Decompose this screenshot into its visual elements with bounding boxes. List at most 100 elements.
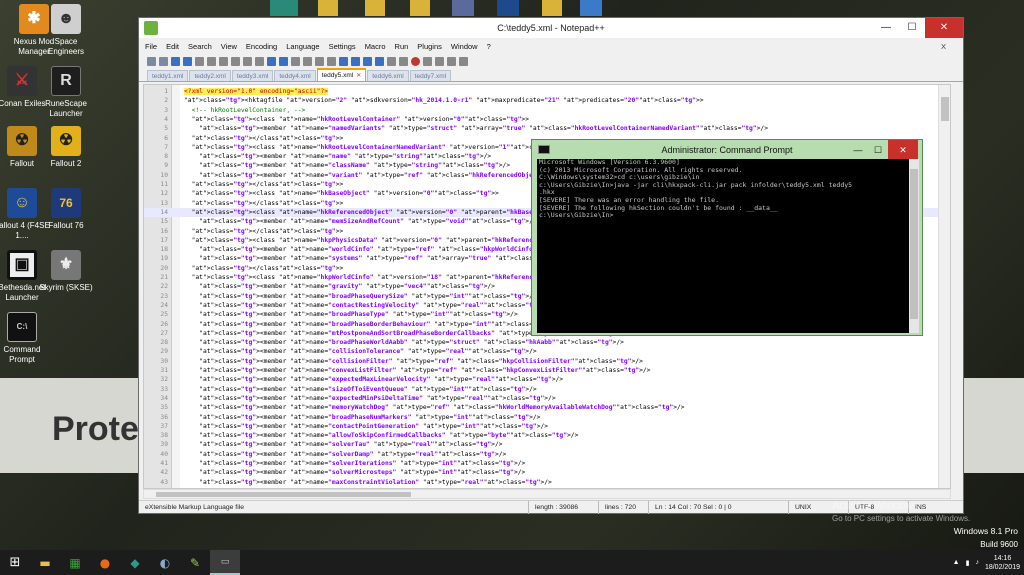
menu-macro[interactable]: Macro xyxy=(365,42,386,51)
desktop-icon-runescape[interactable]: R RuneScape Launcher xyxy=(36,66,96,119)
horizontal-scrollbar[interactable] xyxy=(143,489,951,499)
menu-plugins[interactable]: Plugins xyxy=(417,42,442,51)
maximize-button[interactable]: ☐ xyxy=(899,18,925,38)
code-line[interactable]: 30 "at">class="tg"><member "at">name="co… xyxy=(144,357,950,366)
cmd-maximize-button[interactable]: ☐ xyxy=(868,140,888,160)
tab-teddy3[interactable]: teddy3.xml xyxy=(231,70,274,81)
indent-guide-icon[interactable] xyxy=(375,57,384,66)
tab-teddy1[interactable]: teddy1.xml xyxy=(147,70,189,81)
code-line[interactable]: 38 "at">class="tg"><member "at">name="al… xyxy=(144,431,950,440)
cmd-scrollbar[interactable] xyxy=(909,159,919,333)
code-line[interactable]: 42 "at">class="tg"><member "at">name="so… xyxy=(144,468,950,477)
menu-help[interactable]: ? xyxy=(487,42,491,51)
taskbar-app[interactable]: ◆ xyxy=(120,550,150,575)
folder-icon[interactable] xyxy=(318,0,338,16)
undo-icon[interactable] xyxy=(267,57,276,66)
code-line[interactable]: 41 "at">class="tg"><member "at">name="so… xyxy=(144,459,950,468)
sync-scroll-icon[interactable] xyxy=(339,57,348,66)
minimize-button[interactable]: — xyxy=(873,18,899,38)
replace-icon[interactable] xyxy=(303,57,312,66)
redo-icon[interactable] xyxy=(279,57,288,66)
save-icon[interactable] xyxy=(171,57,180,66)
show-all-characters-icon[interactable] xyxy=(363,57,372,66)
function-list-icon[interactable] xyxy=(399,57,408,66)
play-macro-icon[interactable] xyxy=(435,57,444,66)
code-line[interactable]: 3 <!-- hkRootLevelContainer, --> xyxy=(144,106,950,115)
desktop-icon-partial[interactable] xyxy=(452,0,474,16)
record-macro-icon[interactable] xyxy=(411,57,420,66)
menu-view[interactable]: View xyxy=(221,42,237,51)
tab-teddy6[interactable]: teddy6.xml xyxy=(367,70,409,81)
code-line[interactable]: 37 "at">class="tg"><member "at">name="co… xyxy=(144,422,950,431)
scrollbar-thumb[interactable] xyxy=(941,97,949,121)
menu-settings[interactable]: Settings xyxy=(329,42,356,51)
copy-icon[interactable] xyxy=(243,57,252,66)
cmd-close-button[interactable]: ✕ xyxy=(888,140,918,160)
code-line[interactable]: 35 "at">class="tg"><member "at">name="me… xyxy=(144,403,950,412)
code-line[interactable]: 29 "at">class="tg"><member "at">name="co… xyxy=(144,347,950,356)
tab-teddy4[interactable]: teddy4.xml xyxy=(274,70,316,81)
scrollbar-thumb[interactable] xyxy=(156,492,411,497)
code-line[interactable]: 5 "at">class="tg"><member "at">name="nam… xyxy=(144,124,950,133)
vertical-scrollbar[interactable] xyxy=(938,85,950,488)
code-line[interactable]: 1 <?xml version="1.0" encoding="ascii"?> xyxy=(144,87,950,96)
print-icon[interactable] xyxy=(219,57,228,66)
close-document-button[interactable]: X xyxy=(941,42,946,51)
code-line[interactable]: 43 "at">class="tg"><member "at">name="ma… xyxy=(144,478,950,487)
cmd-window[interactable]: Administrator: Command Prompt — ☐ ✕ Micr… xyxy=(531,139,923,336)
desktop-icon-skyrim[interactable]: ⚜ Skyrim (SKSE) xyxy=(36,250,96,293)
word-wrap-icon[interactable] xyxy=(351,57,360,66)
code-line[interactable]: 31 "at">class="tg"><member "at">name="co… xyxy=(144,366,950,375)
open-file-icon[interactable] xyxy=(159,57,168,66)
close-button[interactable]: ✕ xyxy=(925,18,963,38)
menu-search[interactable]: Search xyxy=(188,42,212,51)
code-line[interactable]: 28 "at">class="tg"><member "at">name="br… xyxy=(144,338,950,347)
menu-run[interactable]: Run xyxy=(395,42,409,51)
menu-file[interactable]: File xyxy=(145,42,157,51)
doc-map-icon[interactable] xyxy=(387,57,396,66)
desktop-icon-fallout-2[interactable]: ☢ Fallout 2 xyxy=(36,126,96,169)
cmd-console[interactable]: Microsoft Windows [Version 6.3.9600] (c)… xyxy=(537,159,909,333)
zoom-out-icon[interactable] xyxy=(327,57,336,66)
taskbar-command-prompt[interactable]: ▭ xyxy=(210,550,240,575)
folder-icon[interactable] xyxy=(365,0,385,16)
new-file-icon[interactable] xyxy=(147,57,156,66)
code-line[interactable]: 4 "at">class="tg"><class "at">name="hkRo… xyxy=(144,115,950,124)
taskbar-file-explorer[interactable]: ▬ xyxy=(30,550,60,575)
run-macro-icon[interactable] xyxy=(447,57,456,66)
code-line[interactable]: 34 "at">class="tg"><member "at">name="ex… xyxy=(144,394,950,403)
desktop-icon-space-engineers[interactable]: ☻ Space Engineers xyxy=(36,4,96,57)
close-all-icon[interactable] xyxy=(207,57,216,66)
tab-teddy2[interactable]: teddy2.xml xyxy=(189,70,231,81)
start-button[interactable]: ⊞ xyxy=(0,550,30,575)
desktop-icon-partial[interactable] xyxy=(580,0,602,16)
taskbar-store[interactable]: ▦ xyxy=(60,550,90,575)
tab-teddy7[interactable]: teddy7.xml xyxy=(409,70,452,81)
code-line[interactable]: 2 "at">class="tg"><hktagfile "at">version… xyxy=(144,96,950,105)
tray-up-arrow-icon[interactable]: ▲ xyxy=(953,559,960,566)
photoshop-icon[interactable] xyxy=(497,0,519,16)
cut-icon[interactable] xyxy=(231,57,240,66)
desktop-icon-partial[interactable] xyxy=(270,0,298,16)
save-macro-icon[interactable] xyxy=(459,57,468,66)
notepad-titlebar[interactable]: C:\teddy5.xml - Notepad++ — ☐ ✕ xyxy=(139,18,963,38)
taskbar-app[interactable]: ◐ xyxy=(150,550,180,575)
volume-icon[interactable]: ♪ xyxy=(975,559,979,566)
code-line[interactable]: 39 "at">class="tg"><member "at">name="so… xyxy=(144,440,950,449)
menu-window[interactable]: Window xyxy=(451,42,478,51)
cmd-titlebar[interactable]: Administrator: Command Prompt — ☐ ✕ xyxy=(532,140,922,160)
menu-edit[interactable]: Edit xyxy=(166,42,179,51)
code-line[interactable]: 40 "at">class="tg"><member "at">name="so… xyxy=(144,450,950,459)
tab-teddy5[interactable]: teddy5.xml ✕ xyxy=(316,68,367,81)
clock[interactable]: 14:16 18/02/2019 xyxy=(985,554,1020,572)
menu-language[interactable]: Language xyxy=(286,42,319,51)
scrollbar-thumb[interactable] xyxy=(910,169,918,319)
save-all-icon[interactable] xyxy=(183,57,192,66)
taskbar-notepad[interactable]: ✎ xyxy=(180,550,210,575)
code-line[interactable]: 32 "at">class="tg"><member "at">name="ex… xyxy=(144,375,950,384)
folder-icon[interactable] xyxy=(410,0,430,16)
close-file-icon[interactable] xyxy=(195,57,204,66)
cmd-minimize-button[interactable]: — xyxy=(848,140,868,160)
network-icon[interactable]: ▮ xyxy=(966,559,970,567)
taskbar-firefox[interactable]: ● xyxy=(90,550,120,575)
